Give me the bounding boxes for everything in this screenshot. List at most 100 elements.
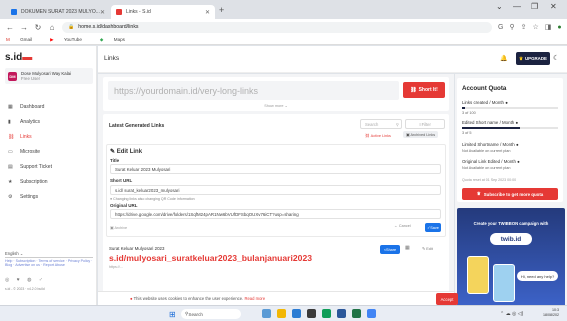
bookmark-gmail[interactable]: M Gmail (6, 37, 41, 42)
chrome-icon[interactable] (322, 309, 331, 318)
system-tray[interactable]: ⌃ ☁ ◎ ◁) (500, 311, 523, 317)
info-icon: ● (515, 120, 519, 125)
sidebar-item-subscription[interactable]: ★ Subscription (8, 179, 48, 185)
quota-label: Edited Short name / Month ● (462, 120, 519, 125)
info-icon: ● (505, 100, 508, 105)
quota-label: Links created / Month ● (462, 100, 508, 105)
sidebar-item-settings[interactable]: ⚙ Settings (8, 194, 38, 200)
short-url-hint: ● Changing links also changing QR Code i… (110, 197, 195, 201)
edit-link-title: ✎ Edit Link (110, 149, 143, 155)
sid-logo[interactable]: s.id▬ (5, 52, 32, 63)
read-more-link[interactable]: Read more (244, 296, 265, 301)
accept-cookies-button[interactable]: Accept (436, 293, 458, 305)
zoom-icon[interactable]: ⚲ (509, 23, 514, 31)
share-icon[interactable]: ⇪ (521, 23, 527, 31)
browser-tab-documents[interactable]: DOKUMEN SURAT 2023 MULYO... ✕ (6, 5, 110, 19)
social-icons[interactable]: ◎ ♥ ◍ ♂ (5, 277, 46, 283)
qr-code-icon[interactable]: ▦ (405, 245, 410, 251)
gmail-icon: M (6, 37, 10, 42)
language-select[interactable]: English ⌄ (5, 251, 93, 258)
user-avatar: DM (8, 71, 17, 81)
save-button[interactable]: ✓ Save (425, 223, 441, 232)
title-field[interactable]: Surat Keluar 2023 Mulyosari (110, 164, 441, 174)
sidebar-item-analytics[interactable]: ▮ Analytics (8, 119, 40, 125)
quota-reset-text: Quota reset at 01 Sep 2023 00:00 (462, 178, 517, 182)
short-it-button[interactable]: ⛓ Short It! (403, 82, 445, 98)
word-icon[interactable] (337, 309, 346, 318)
search-input[interactable]: Search ⚲ (360, 119, 402, 129)
quota-label: Original Link Edited / Month ● (462, 159, 520, 164)
close-tab-icon[interactable]: ✕ (205, 9, 210, 16)
show-more-toggle[interactable]: Show more ⌄ (103, 103, 449, 108)
google-lens-icon[interactable]: G (498, 24, 503, 31)
maximize-button[interactable]: ❐ (531, 2, 538, 11)
taskbar-search[interactable]: ⚲ Search (181, 309, 241, 319)
footer-links[interactable]: Help · Subscription · Terms of service ·… (5, 259, 93, 268)
quota-fill (462, 127, 520, 129)
browser-tab-links[interactable]: Links - S.id ✕ (111, 5, 215, 19)
minimize-button[interactable]: — (513, 2, 521, 11)
quota-value: Not Available on current plan (462, 149, 511, 153)
share-button[interactable]: < Share (380, 245, 400, 254)
bookmark-youtube[interactable]: ▶ YouTube (50, 37, 91, 43)
quota-value: 3 of 5 (462, 131, 472, 135)
drive-app-icon[interactable] (367, 309, 376, 318)
section-title: Latest Generated Links (109, 123, 165, 129)
short-url-field[interactable]: s.id/ surat_keluar2023_mulyosari (110, 185, 441, 195)
file-explorer-icon[interactable] (277, 309, 286, 318)
sidebar-item-links[interactable]: ⛓ Links (8, 134, 32, 140)
tab-archived-links[interactable]: ▣ Archived Links (403, 131, 439, 138)
address-bar[interactable]: 🔒 home.s.id/dashboard/links (62, 21, 492, 33)
new-tab-button[interactable]: + (219, 5, 224, 15)
store-icon[interactable] (307, 309, 316, 318)
drive-icon (11, 9, 17, 15)
chat-help-bubble[interactable]: Hi, need any help? (517, 271, 558, 281)
sidebar-icon[interactable]: ◨ (545, 23, 552, 31)
support-icon: ▤ (8, 164, 13, 170)
bookmark-maps[interactable]: ◆ Maps (100, 37, 134, 43)
forward-icon[interactable]: → (20, 23, 28, 32)
shorten-card: https://yourdomain.id/very-long-links ⛓ S… (103, 77, 449, 111)
link-list-item[interactable]: Surat Keluar Mulyosari 2023 s.id/mulyosa… (106, 240, 446, 280)
quota-value: Not Available on current plan (462, 166, 511, 170)
profile-avatar-icon[interactable]: ● (557, 24, 561, 31)
close-tab-icon[interactable]: ✕ (100, 9, 105, 16)
bookmark-star-icon[interactable]: ☆ (532, 23, 538, 31)
twibbon-promo-banner[interactable]: Create your TWIBBON campaign with twib.i… (457, 208, 565, 308)
quota-bar-links (462, 107, 558, 109)
long-url-input[interactable]: https://yourdomain.id/very-long-links (108, 81, 399, 100)
quota-bar-edited-shortname (462, 127, 558, 129)
sidebar-item-dashboard[interactable]: ▦ Dashboard (8, 104, 44, 110)
monitor-icon: ▭ (8, 149, 13, 155)
original-url-label: Original URL (110, 203, 138, 208)
chart-icon: ▮ (8, 119, 11, 125)
windows-start-icon[interactable]: ⊞ (169, 310, 176, 319)
original-link-preview: https://... (109, 265, 123, 269)
notification-bell-icon[interactable]: 🔔 (500, 55, 507, 62)
tab-active-links[interactable]: ⛓ Active Links (365, 133, 391, 138)
sid-favicon-icon (116, 9, 122, 15)
home-icon[interactable]: ⌂ (48, 23, 56, 32)
account-menu-icon[interactable]: ☾ (553, 54, 559, 62)
excel-icon[interactable] (352, 309, 361, 318)
cancel-button[interactable]: ← Cancel (394, 224, 411, 228)
edge-icon[interactable] (292, 309, 301, 318)
archive-button[interactable]: ▣ Archive (110, 225, 127, 230)
short-link[interactable]: s.id/mulyosari_suratkeluar2023_bulanjanu… (109, 253, 312, 263)
back-icon[interactable]: ← (6, 23, 14, 32)
original-url-field[interactable]: https://drive.google.com/drive/folders/1… (110, 209, 441, 219)
task-view-icon[interactable] (262, 309, 271, 318)
sidebar-item-microsite[interactable]: ▭ Microsite (8, 149, 40, 155)
cookie-text: ● This website uses cookies to enhance t… (130, 296, 266, 301)
tab-search-icon[interactable]: ⌄ (496, 2, 503, 11)
close-window-button[interactable]: ✕ (550, 2, 557, 11)
filter-button[interactable]: ≡ Filter (405, 119, 445, 129)
sidebar-item-support-ticket[interactable]: ▤ Support Ticket (8, 164, 52, 170)
user-card[interactable]: DM Dose Mulyosari Way Kalai Free User (5, 68, 93, 84)
clock[interactable]: 10:3 18/08/202 (543, 308, 559, 318)
maps-icon: ◆ (99, 36, 104, 42)
edit-link-button[interactable]: ✎ Edit (422, 246, 433, 251)
reload-icon[interactable]: ↻ (34, 23, 42, 32)
upgrade-button[interactable]: ♛ UPGRADE (516, 52, 550, 65)
subscribe-button[interactable]: ♛ Subscribe to get more quota (462, 188, 558, 200)
